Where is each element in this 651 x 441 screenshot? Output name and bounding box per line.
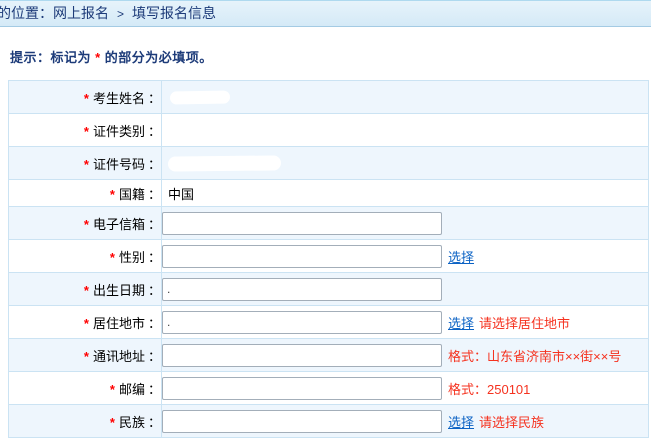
row-postal-code: *邮编： 格式：250101 xyxy=(9,372,649,405)
breadcrumb-separator: > xyxy=(117,7,124,21)
tip-text-after: 的部分为必填项。 xyxy=(101,50,213,65)
candidate-name-label: *考生姓名： xyxy=(9,81,162,114)
breadcrumb-prefix: 的位置： xyxy=(0,5,53,21)
row-birth-date: *出生日期： xyxy=(9,273,649,306)
row-candidate-name: *考生姓名： xyxy=(9,81,649,114)
breadcrumb-item-online-registration[interactable]: 网上报名 xyxy=(53,5,109,21)
required-asterisk: * xyxy=(84,217,89,232)
ethnicity-select-link[interactable]: 选择 xyxy=(448,412,474,431)
redaction-patch xyxy=(168,155,281,171)
residence-city-input[interactable] xyxy=(162,311,442,334)
postal-code-input[interactable] xyxy=(162,377,442,400)
required-asterisk: * xyxy=(110,187,115,202)
nationality-label: *国籍： xyxy=(9,180,162,207)
residence-city-select-link[interactable]: 选择 xyxy=(448,313,474,332)
email-label: *电子信箱： xyxy=(9,207,162,240)
required-asterisk: * xyxy=(110,382,115,397)
ethnicity-hint: 请选择民族 xyxy=(479,412,544,431)
required-asterisk: * xyxy=(110,250,115,265)
required-asterisk: * xyxy=(84,316,89,331)
row-id-type: *证件类别： xyxy=(9,114,649,147)
birth-date-input[interactable] xyxy=(162,278,442,301)
row-nationality: *国籍： 中国 xyxy=(9,180,649,207)
birth-date-label: *出生日期： xyxy=(9,273,162,306)
gender-select-link[interactable]: 选择 xyxy=(448,247,474,266)
postal-code-format-hint: 格式：250101 xyxy=(448,379,530,398)
tip-text-before: 提示：标记为 xyxy=(10,50,95,65)
id-number-label: *证件号码： xyxy=(9,147,162,180)
residence-city-hint: 请选择居住地市 xyxy=(479,313,570,332)
required-asterisk: * xyxy=(110,415,115,430)
required-fields-tip: 提示：标记为 * 的部分为必填项。 xyxy=(10,47,213,66)
email-input[interactable] xyxy=(162,212,442,235)
row-ethnicity: *民族： 选择请选择民族 xyxy=(9,405,649,438)
ethnicity-input[interactable] xyxy=(162,410,442,433)
breadcrumb-item-fill-registration-info[interactable]: 填写报名信息 xyxy=(132,5,216,21)
row-mailing-address: *通讯地址： 格式：山东省济南市××街××号 xyxy=(9,339,649,372)
registration-form-table: *考生姓名： *证件类别： *证件号码： *国籍： 中国 *电子信箱： *性别：… xyxy=(8,80,649,438)
gender-label: *性别： xyxy=(9,240,162,273)
ethnicity-label: *民族： xyxy=(9,405,162,438)
gender-input[interactable] xyxy=(162,245,442,268)
residence-city-label: *居住地市： xyxy=(9,306,162,339)
required-asterisk: * xyxy=(84,124,89,139)
mailing-address-label: *通讯地址： xyxy=(9,339,162,372)
row-id-number: *证件号码： xyxy=(9,147,649,180)
postal-code-label: *邮编： xyxy=(9,372,162,405)
mailing-address-format-hint: 格式：山东省济南市××街××号 xyxy=(448,346,621,365)
required-asterisk: * xyxy=(84,283,89,298)
required-asterisk: * xyxy=(84,91,89,106)
id-type-label: *证件类别： xyxy=(9,114,162,147)
row-gender: *性别： 选择 xyxy=(9,240,649,273)
row-email: *电子信箱： xyxy=(9,207,649,240)
mailing-address-input[interactable] xyxy=(162,344,442,367)
breadcrumb: 的位置：网上报名 > 填写报名信息 xyxy=(0,5,216,21)
required-asterisk: * xyxy=(84,349,89,364)
required-asterisk: * xyxy=(84,157,89,172)
row-residence-city: *居住地市： 选择请选择居住地市 xyxy=(9,306,649,339)
redaction-patch xyxy=(170,90,230,104)
breadcrumb-bar: 的位置：网上报名 > 填写报名信息 xyxy=(0,0,651,27)
nationality-value: 中国 xyxy=(168,184,194,203)
